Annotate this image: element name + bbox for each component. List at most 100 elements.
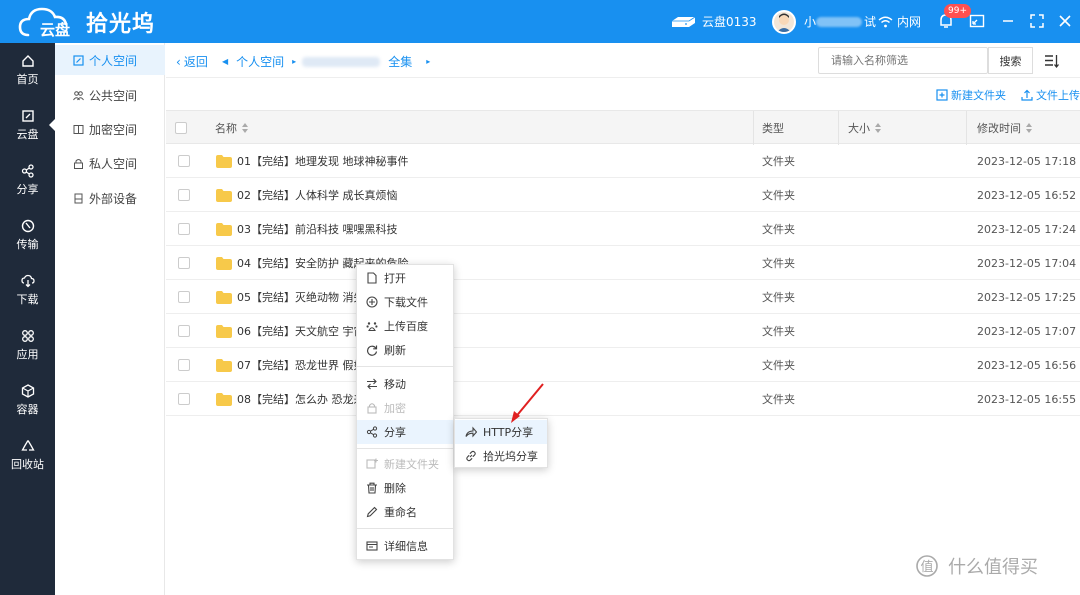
nav-item-cloud-disk[interactable]: 云盘 bbox=[0, 98, 55, 153]
table-row[interactable]: 04【完结】安全防护 藏起来的危险 文件夹 2023-12-05 17:04 bbox=[166, 246, 1080, 280]
file-modified: 2023-12-05 16:55 bbox=[977, 392, 1077, 406]
breadcrumb-root[interactable]: 个人空间 bbox=[236, 53, 284, 70]
header-type[interactable]: 类型 bbox=[762, 111, 784, 145]
space-item-encrypted[interactable]: 加密空间 bbox=[55, 114, 165, 144]
row-checkbox[interactable] bbox=[178, 325, 190, 337]
file-name: 03【完结】前沿科技 嘿嘿黑科技 bbox=[237, 223, 398, 236]
sort-arrows-icon bbox=[875, 123, 882, 133]
menu-item-rename[interactable]: 重命名 bbox=[357, 500, 453, 524]
network-status[interactable]: 内网 bbox=[878, 0, 921, 43]
table-row[interactable]: 03【完结】前沿科技 嘿嘿黑科技 文件夹 2023-12-05 17:24 bbox=[166, 212, 1080, 246]
picture-in-picture-icon[interactable] bbox=[969, 13, 985, 29]
space-label: 个人空间 bbox=[89, 53, 138, 68]
table-row[interactable]: 01【完结】地理发现 地球神秘事件 文件夹 2023-12-05 17:18 bbox=[166, 144, 1080, 178]
menu-item-download[interactable]: 下载文件 bbox=[357, 290, 453, 314]
nav-label: 回收站 bbox=[11, 458, 44, 471]
row-checkbox[interactable] bbox=[178, 189, 190, 201]
menu-item-move[interactable]: 移动 bbox=[357, 372, 453, 396]
nav-item-container[interactable]: 容器 bbox=[0, 373, 55, 428]
new-folder-button[interactable]: 新建文件夹 bbox=[936, 87, 1006, 103]
upload-button[interactable]: 文件上传 bbox=[1021, 87, 1080, 103]
row-checkbox[interactable] bbox=[178, 393, 190, 405]
column-divider[interactable] bbox=[966, 111, 967, 145]
select-all-checkbox[interactable] bbox=[175, 122, 187, 134]
header-modified[interactable]: 修改时间 bbox=[977, 111, 1033, 145]
row-checkbox[interactable] bbox=[178, 155, 190, 167]
submenu-item-app-share[interactable]: 拾光坞分享 bbox=[455, 444, 547, 468]
header-name[interactable]: 名称 bbox=[215, 111, 249, 145]
search-button[interactable]: 搜索 bbox=[988, 47, 1033, 74]
menu-label: 下载文件 bbox=[384, 296, 428, 309]
table-row[interactable]: 08【完结】怎么办 恐龙来 文件夹 2023-12-05 16:55 bbox=[166, 382, 1080, 416]
menu-item-open[interactable]: 打开 bbox=[357, 266, 453, 290]
breadcrumb-leaf[interactable]: 全集 bbox=[388, 53, 412, 70]
details-icon bbox=[366, 541, 378, 551]
menu-item-share[interactable]: 分享 bbox=[357, 420, 453, 444]
redacted-breadcrumb bbox=[302, 56, 381, 67]
recycle-icon bbox=[20, 440, 35, 451]
sort-icon[interactable] bbox=[1044, 53, 1060, 69]
table-row[interactable]: 02【完结】人体科学 成长真烦恼 文件夹 2023-12-05 16:52 bbox=[166, 178, 1080, 212]
header-type-label: 类型 bbox=[762, 122, 784, 135]
close-icon[interactable] bbox=[1057, 13, 1073, 29]
menu-label: 分享 bbox=[384, 426, 406, 439]
nav-item-home[interactable]: 首页 bbox=[0, 43, 55, 98]
personal-space-icon bbox=[73, 54, 84, 66]
row-checkbox[interactable] bbox=[178, 257, 190, 269]
space-item-public[interactable]: 公共空间 bbox=[55, 80, 165, 110]
menu-label: 刷新 bbox=[384, 344, 406, 357]
space-sidebar: 个人空间 公共空间 加密空间 私人空间 外部设备 bbox=[55, 43, 165, 595]
nav-item-recycle[interactable]: 回收站 bbox=[0, 428, 55, 483]
space-item-external[interactable]: 外部设备 bbox=[55, 183, 165, 213]
file-name: 06【完结】天文航空 宇宙 bbox=[237, 325, 365, 338]
menu-item-details[interactable]: 详细信息 bbox=[357, 534, 453, 558]
user-name-prefix: 小 bbox=[804, 15, 817, 29]
nav-label: 分享 bbox=[16, 183, 39, 196]
row-checkbox[interactable] bbox=[178, 291, 190, 303]
app-logo: 云盘 拾光坞 bbox=[18, 5, 155, 39]
private-space-icon bbox=[74, 158, 83, 169]
column-divider[interactable] bbox=[753, 111, 754, 145]
maximize-icon[interactable] bbox=[1029, 13, 1045, 29]
folder-icon bbox=[216, 358, 232, 372]
menu-label: 上传百度 bbox=[384, 320, 428, 333]
table-row[interactable]: 06【完结】天文航空 宇宙 文件夹 2023-12-05 17:07 bbox=[166, 314, 1080, 348]
disk-selector[interactable]: 云盘0133 bbox=[670, 0, 757, 43]
back-link[interactable]: ‹ 返回 bbox=[176, 53, 208, 70]
nav-item-transfer[interactable]: 传输 bbox=[0, 208, 55, 263]
top-bar: 云盘 拾光坞 云盘0133 小 试 内网 99+ bbox=[0, 0, 1080, 43]
file-type: 文件夹 bbox=[762, 359, 795, 372]
nav-label: 传输 bbox=[16, 238, 39, 251]
space-item-private[interactable]: 私人空间 bbox=[55, 148, 165, 178]
menu-item-upload-baidu[interactable]: 上传百度 bbox=[357, 314, 453, 338]
menu-item-refresh[interactable]: 刷新 bbox=[357, 338, 453, 362]
user-menu[interactable]: 小 试 bbox=[772, 0, 876, 43]
menu-label: 移动 bbox=[384, 378, 406, 391]
file-modified: 2023-12-05 17:04 bbox=[977, 256, 1077, 270]
header-size[interactable]: 大小 bbox=[848, 111, 882, 145]
nav-item-share[interactable]: 分享 bbox=[0, 153, 55, 208]
cloud-logo-icon: 云盘 bbox=[18, 5, 80, 39]
redacted-username bbox=[816, 16, 863, 27]
share-icon bbox=[366, 426, 378, 438]
cloud-disk-icon bbox=[21, 110, 34, 122]
search-input[interactable] bbox=[818, 47, 988, 74]
file-name: 02【完结】人体科学 成长真烦恼 bbox=[237, 189, 398, 202]
row-checkbox[interactable] bbox=[178, 223, 190, 235]
table-row[interactable]: 07【完结】恐龙世界 假如 文件夹 2023-12-05 16:56 bbox=[166, 348, 1080, 382]
nav-item-download[interactable]: 下载 bbox=[0, 263, 55, 318]
file-type: 文件夹 bbox=[762, 223, 795, 236]
row-checkbox[interactable] bbox=[178, 359, 190, 371]
table-row[interactable]: 05【完结】灭绝动物 消失的 文件夹 2023-12-05 17:25 bbox=[166, 280, 1080, 314]
home-icon bbox=[21, 55, 34, 67]
folder-icon bbox=[216, 392, 232, 406]
nav-label: 下载 bbox=[16, 293, 39, 306]
column-divider[interactable] bbox=[838, 111, 839, 145]
file-modified: 2023-12-05 16:52 bbox=[977, 188, 1077, 202]
nav-item-apps[interactable]: 应用 bbox=[0, 318, 55, 373]
back-chevron-icon: ‹ bbox=[176, 54, 181, 69]
menu-label: 删除 bbox=[384, 482, 406, 495]
menu-item-delete[interactable]: 删除 bbox=[357, 476, 453, 500]
minimize-icon[interactable] bbox=[1000, 13, 1016, 29]
space-item-personal[interactable]: 个人空间 bbox=[55, 45, 165, 75]
